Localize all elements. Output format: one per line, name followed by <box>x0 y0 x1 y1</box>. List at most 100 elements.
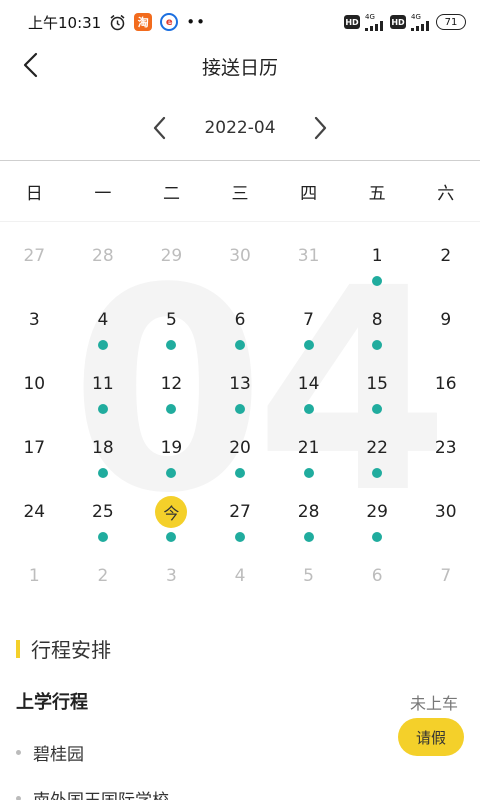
schedule-dot <box>372 276 383 286</box>
calendar-day[interactable]: 14 <box>274 350 343 414</box>
schedule-dot <box>166 340 177 350</box>
calendar-day[interactable]: 5 <box>137 286 206 350</box>
schedule-dot <box>97 404 108 414</box>
day-number: 27 <box>229 502 251 522</box>
calendar-day[interactable]: 11 <box>69 350 138 414</box>
calendar-day[interactable]: 17 <box>0 414 69 478</box>
schedule-dot <box>372 468 383 478</box>
section-accent-bar <box>16 639 20 658</box>
month-label: 2022-04 <box>204 118 276 138</box>
schedule-dot <box>166 532 177 542</box>
back-button[interactable] <box>16 50 46 80</box>
calendar-day[interactable]: 30 <box>411 478 480 542</box>
divider <box>0 160 480 161</box>
day-number: 29 <box>160 246 183 266</box>
calendar-day[interactable]: 13 <box>206 350 275 414</box>
weekday-mon: 一 <box>94 184 112 204</box>
calendar-day[interactable]: 25 <box>69 478 138 542</box>
calendar-day[interactable]: 22 <box>343 414 412 478</box>
leave-request-button[interactable]: 请假 <box>398 718 464 756</box>
day-number: 3 <box>166 566 177 586</box>
calendar-day[interactable]: 19 <box>137 414 206 478</box>
schedule-dot <box>235 532 246 542</box>
calendar-day[interactable]: 2 <box>69 542 138 606</box>
calendar-day[interactable]: 31 <box>274 222 343 286</box>
calendar-day[interactable]: 28 <box>274 478 343 542</box>
calendar-day[interactable]: 24 <box>0 478 69 542</box>
schedule-dot <box>97 340 108 350</box>
day-number: 13 <box>229 374 251 394</box>
calendar-day[interactable]: 1 <box>343 222 412 286</box>
schedule-dot <box>303 404 314 414</box>
calendar-day[interactable]: 28 <box>69 222 138 286</box>
calendar-day[interactable]: 6 <box>343 542 412 606</box>
calendar-day[interactable]: 16 <box>411 350 480 414</box>
schedule-dot <box>303 468 314 478</box>
schedule-dot <box>97 468 108 478</box>
signal-icon-2: 4G <box>411 13 431 31</box>
day-number: 19 <box>160 438 183 458</box>
calendar-day[interactable]: 7 <box>411 542 480 606</box>
calendar-day[interactable]: 21 <box>274 414 343 478</box>
prev-month-button[interactable] <box>148 113 172 143</box>
day-number: 23 <box>434 438 457 458</box>
schedule-dot <box>372 532 383 542</box>
calendar-day[interactable]: 15 <box>343 350 412 414</box>
calendar-day[interactable]: 20 <box>206 414 275 478</box>
weekday-sun: 日 <box>25 184 43 204</box>
calendar-day[interactable]: 12 <box>137 350 206 414</box>
day-number: 今 <box>155 496 188 528</box>
calendar-week-row: 1 2 3 4 5 6 7 <box>0 542 480 606</box>
calendar-day[interactable]: 10 <box>0 350 69 414</box>
day-number: 12 <box>160 374 183 394</box>
day-number: 7 <box>303 310 314 330</box>
calendar-day[interactable]: 30 <box>206 222 275 286</box>
calendar-day[interactable]: 7 <box>274 286 343 350</box>
calendar-day[interactable]: 23 <box>411 414 480 478</box>
schedule-dot <box>97 532 108 542</box>
page-title: 接送日历 <box>201 56 278 79</box>
schedule-dot <box>372 340 383 350</box>
calendar-day[interactable]: 2 <box>411 222 480 286</box>
calendar-day[interactable]: 27 <box>0 222 69 286</box>
calendar-day[interactable]: 3 <box>0 286 69 350</box>
day-number: 17 <box>23 438 46 458</box>
next-month-button[interactable] <box>308 113 332 143</box>
weekday-thu: 四 <box>300 184 318 204</box>
section-title: 行程安排 <box>31 638 111 662</box>
calendar-day[interactable]: 27 <box>206 478 275 542</box>
calendar-day[interactable]: 8 <box>343 286 412 350</box>
calendar-grid: 04 27 28 29 30 31 1 2 3 4 5 6 7 8 9 10 11 12 13 14 15 16 17 18… <box>0 222 480 606</box>
stop-bullet <box>16 750 21 755</box>
day-number: 2 <box>440 246 452 266</box>
calendar-day[interactable]: 9 <box>411 286 480 350</box>
hd-voice-icon-2: HD <box>390 15 406 29</box>
day-number: 25 <box>92 502 114 522</box>
calendar-day[interactable]: 18 <box>69 414 138 478</box>
schedule-dot <box>166 468 177 478</box>
day-number: 30 <box>229 246 251 266</box>
day-number: 21 <box>297 438 320 458</box>
battery-icon: 71 <box>436 14 466 30</box>
day-number: 8 <box>371 310 383 330</box>
trip-title: 上学行程 <box>16 692 88 713</box>
calendar-day[interactable]: 4 <box>206 542 275 606</box>
day-number: 7 <box>440 566 452 586</box>
header: 接送日历 <box>0 44 480 88</box>
weekday-wed: 三 <box>231 184 249 204</box>
day-number: 4 <box>97 310 109 330</box>
schedule-dot <box>166 404 177 414</box>
day-number: 22 <box>366 438 388 458</box>
chevron-left-icon <box>23 52 38 78</box>
calendar-day[interactable]: 29 <box>137 222 206 286</box>
calendar-week-row: 17 18 19 20 21 22 23 <box>0 414 480 478</box>
day-number: 10 <box>23 374 46 394</box>
calendar-day[interactable]: 1 <box>0 542 69 606</box>
calendar-day-today[interactable]: 今 <box>137 478 206 542</box>
calendar-day[interactable]: 5 <box>274 542 343 606</box>
calendar-day[interactable]: 29 <box>343 478 412 542</box>
calendar-day[interactable]: 6 <box>206 286 275 350</box>
day-number: 11 <box>92 374 114 394</box>
calendar-day[interactable]: 3 <box>137 542 206 606</box>
calendar-day[interactable]: 4 <box>69 286 138 350</box>
